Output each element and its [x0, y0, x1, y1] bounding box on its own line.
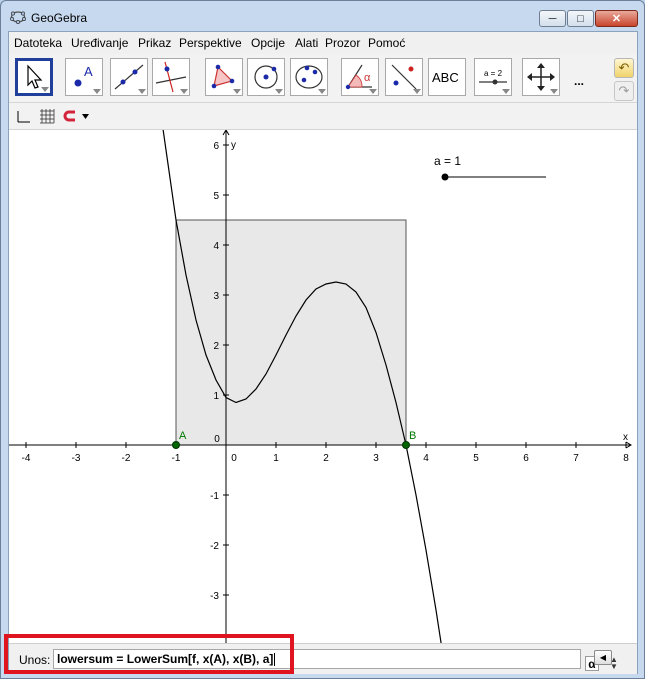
input-help-icon: ◀: [599, 653, 607, 662]
style-bar: [9, 103, 637, 130]
slider-label: a = 1: [434, 154, 461, 168]
tool-dropdown-icon: [369, 89, 377, 94]
move-tool[interactable]: [15, 58, 53, 96]
tool-dropdown-icon: [502, 89, 510, 94]
x-tick-label: 8: [623, 453, 629, 464]
origin-label: 0: [214, 434, 220, 445]
tool-dropdown-icon: [93, 89, 101, 94]
circle-tool[interactable]: [247, 58, 285, 96]
title-bar: GeoGebra ─ □ ✕: [1, 1, 644, 31]
y-tick-label: 3: [213, 291, 219, 302]
x-axis-label: x: [623, 432, 628, 443]
x-tick-label: 2: [323, 453, 329, 464]
y-tick-label: -1: [210, 491, 219, 502]
x-tick-label: 6: [523, 453, 529, 464]
geogebra-logo-icon: [10, 11, 26, 24]
slider-a[interactable]: a = 1: [434, 154, 546, 181]
svg-text:α: α: [364, 72, 371, 84]
undo-icon: ↶: [618, 60, 630, 75]
polygon-tool[interactable]: [205, 58, 243, 96]
tool-dropdown-icon: [233, 89, 241, 94]
tool-dropdown-icon: [138, 89, 146, 94]
maximize-button[interactable]: □: [567, 10, 594, 27]
slider-tool[interactable]: a = 2: [474, 58, 512, 96]
x-tick-label: 5: [473, 453, 479, 464]
x-tick-label: 4: [423, 453, 429, 464]
x-tick-label: -2: [122, 453, 131, 464]
undo-button[interactable]: ↶: [614, 58, 634, 78]
menu-bar: Datoteka Uređivanje Prikaz Perspektive O…: [9, 32, 637, 55]
point-label-b: B: [409, 430, 416, 442]
window-title: GeoGebra: [31, 11, 88, 25]
redo-button[interactable]: ↷: [614, 81, 634, 101]
app-client-area: Datoteka Uređivanje Prikaz Perspektive O…: [8, 31, 638, 674]
y-tick-label: 4: [213, 241, 219, 252]
slider-tool-label: a = 2: [484, 69, 503, 78]
more-tools-button[interactable]: ...: [574, 74, 584, 88]
x-tick-label-zero: 0: [231, 453, 237, 464]
minimize-button[interactable]: ─: [539, 10, 566, 27]
y-tick-label: 1: [213, 391, 219, 402]
x-tick-label: -1: [172, 453, 181, 464]
point-a[interactable]: [172, 441, 180, 449]
move-graphics-tool[interactable]: [522, 58, 560, 96]
menu-perspektive[interactable]: Perspektive: [179, 36, 242, 50]
x-tick-label: 1: [273, 453, 279, 464]
graphics-view[interactable]: x -4 -3 -2 -1 1 2 3 4 5 6 7 8 0 0 y -3 -2 -1 1 2 3 4 5 6 A B a =…: [9, 130, 637, 643]
maximize-icon: □: [577, 12, 584, 25]
conic-tool[interactable]: [290, 58, 328, 96]
close-icon: ✕: [611, 13, 622, 25]
svg-text:A: A: [84, 64, 93, 79]
y-tick-label: 2: [213, 341, 219, 352]
tool-dropdown-icon: [41, 87, 49, 92]
graphics-canvas[interactable]: x -4 -3 -2 -1 1 2 3 4 5 6 7 8 00 y -3 -2 -1 1 2 3 4 5 6 A B a =…: [9, 130, 637, 643]
input-help-button[interactable]: ◀: [594, 650, 612, 665]
minimize-icon: ─: [548, 12, 557, 25]
y-tick-label: -2: [210, 541, 219, 552]
point-capture-icon[interactable]: [63, 109, 79, 125]
y-tick-label: -3: [210, 591, 219, 602]
menu-prikaz[interactable]: Prikaz: [138, 36, 171, 50]
tool-dropdown-icon: [275, 89, 283, 94]
toolbar: A α ABC a = 2 ...: [9, 54, 637, 103]
lower-sum-rectangle[interactable]: [175, 219, 407, 446]
point-label-a: A: [179, 430, 187, 442]
line-tool[interactable]: [110, 58, 148, 96]
tool-dropdown-icon: [413, 89, 421, 94]
redo-icon: ↷: [618, 83, 630, 98]
menu-prozor[interactable]: Prozor: [325, 36, 360, 50]
close-button[interactable]: ✕: [595, 10, 638, 27]
text-tool[interactable]: ABC: [428, 58, 466, 96]
menu-alati[interactable]: Alati: [295, 36, 318, 50]
annotation-highlight-box: [4, 634, 294, 674]
menu-uredivanje[interactable]: Uređivanje: [71, 36, 128, 50]
y-tick-label: 5: [213, 191, 219, 202]
text-tool-label: ABC: [432, 70, 459, 85]
dropdown-arrow-icon[interactable]: [82, 114, 90, 120]
point-tool[interactable]: A: [65, 58, 103, 96]
y-axis-label: y: [231, 140, 236, 151]
tool-dropdown-icon: [550, 89, 558, 94]
y-tick-label: 6: [213, 141, 219, 152]
perpendicular-line-tool[interactable]: [152, 58, 190, 96]
slider-knob[interactable]: [441, 173, 449, 181]
reflect-tool[interactable]: [385, 58, 423, 96]
grid-toggle-icon[interactable]: [39, 108, 55, 124]
tool-dropdown-icon: [180, 89, 188, 94]
point-b[interactable]: [402, 441, 410, 449]
axes-toggle-icon[interactable]: [15, 109, 31, 125]
menu-datoteka[interactable]: Datoteka: [14, 36, 62, 50]
tool-dropdown-icon: [318, 89, 326, 94]
x-tick-label: -3: [72, 453, 81, 464]
menu-opcije[interactable]: Opcije: [251, 36, 285, 50]
angle-tool[interactable]: α: [341, 58, 379, 96]
geogebra-window: GeoGebra ─ □ ✕ Datoteka Uređivanje Prika…: [0, 0, 645, 679]
x-tick-label: 3: [373, 453, 379, 464]
text-icon: ABC: [432, 70, 459, 85]
x-tick-label: -4: [22, 453, 31, 464]
x-tick-label: 7: [573, 453, 579, 464]
menu-pomoc[interactable]: Pomoć: [368, 36, 405, 50]
